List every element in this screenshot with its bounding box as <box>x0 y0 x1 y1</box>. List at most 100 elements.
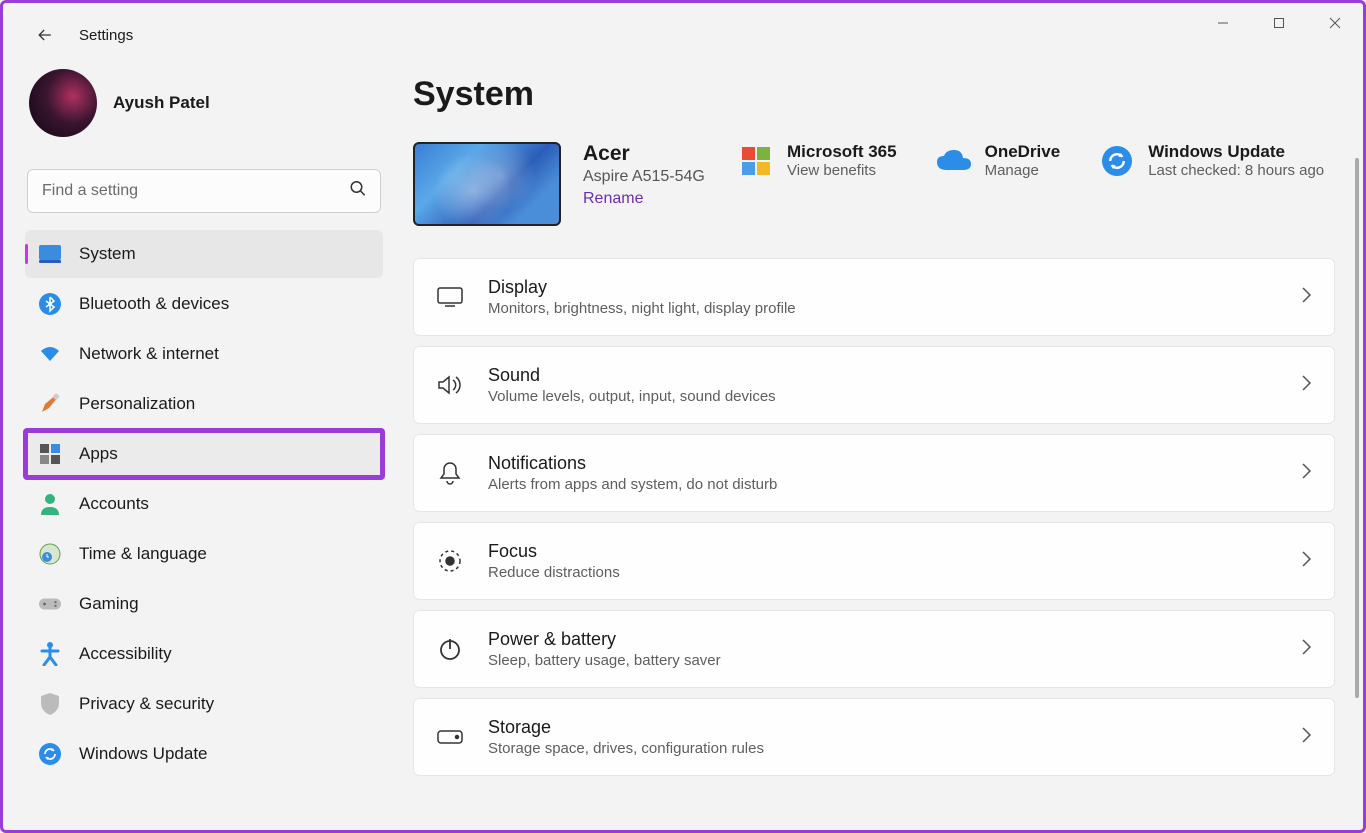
sidebar-item-time[interactable]: Time & language <box>25 530 383 578</box>
chevron-right-icon <box>1300 286 1312 309</box>
card-sub: Last checked: 8 hours ago <box>1148 162 1324 179</box>
sound-icon <box>436 371 464 399</box>
setting-sub: Storage space, drives, configuration rul… <box>488 740 1276 757</box>
windows-update-card[interactable]: Windows Update Last checked: 8 hours ago <box>1100 142 1324 179</box>
main-content: System Acer Aspire A515-54G Rename Micro… <box>395 59 1363 830</box>
sync-icon <box>39 743 61 765</box>
clock-icon <box>39 543 61 565</box>
header: Settings <box>3 3 1363 59</box>
microsoft-icon <box>739 144 773 178</box>
scrollbar[interactable] <box>1353 158 1361 828</box>
scrollbar-thumb[interactable] <box>1355 158 1359 698</box>
cloud-icon <box>937 144 971 178</box>
sidebar-item-windows-update[interactable]: Windows Update <box>25 730 383 778</box>
sidebar-item-label: Privacy & security <box>79 694 214 714</box>
sidebar-item-privacy[interactable]: Privacy & security <box>25 680 383 728</box>
setting-sub: Sleep, battery usage, battery saver <box>488 652 1276 669</box>
accounts-icon <box>39 493 61 515</box>
setting-display[interactable]: Display Monitors, brightness, night ligh… <box>413 258 1335 336</box>
setting-title: Storage <box>488 717 1276 738</box>
setting-sub: Volume levels, output, input, sound devi… <box>488 388 1276 405</box>
sidebar-item-bluetooth[interactable]: Bluetooth & devices <box>25 280 383 328</box>
chevron-right-icon <box>1300 638 1312 661</box>
settings-list: Display Monitors, brightness, night ligh… <box>413 258 1335 776</box>
setting-title: Display <box>488 277 1276 298</box>
device-thumbnail[interactable] <box>413 142 561 226</box>
sidebar-item-network[interactable]: Network & internet <box>25 330 383 378</box>
setting-storage[interactable]: Storage Storage space, drives, configura… <box>413 698 1335 776</box>
sidebar-item-accounts[interactable]: Accounts <box>25 480 383 528</box>
search-input[interactable] <box>27 169 381 213</box>
sidebar-item-accessibility[interactable]: Accessibility <box>25 630 383 678</box>
close-button[interactable] <box>1307 3 1363 43</box>
onedrive-card[interactable]: OneDrive Manage <box>937 142 1061 179</box>
chevron-right-icon <box>1300 726 1312 749</box>
sidebar-item-system[interactable]: System <box>25 230 383 278</box>
window-controls <box>1195 3 1363 43</box>
sidebar-item-label: Accessibility <box>79 644 172 664</box>
focus-icon <box>436 547 464 575</box>
setting-power[interactable]: Power & battery Sleep, battery usage, ba… <box>413 610 1335 688</box>
sidebar-item-label: Time & language <box>79 544 207 564</box>
device-model: Aspire A515-54G <box>583 168 713 186</box>
search-box <box>27 169 381 213</box>
setting-sound[interactable]: Sound Volume levels, output, input, soun… <box>413 346 1335 424</box>
window-title: Settings <box>79 27 133 44</box>
sync-icon <box>1100 144 1134 178</box>
sidebar: Ayush Patel System Bluetooth & devices <box>3 59 395 830</box>
sidebar-item-label: Network & internet <box>79 344 219 364</box>
profile-name: Ayush Patel <box>113 93 210 113</box>
system-icon <box>39 243 61 265</box>
device-name: Acer <box>583 142 713 166</box>
setting-focus[interactable]: Focus Reduce distractions <box>413 522 1335 600</box>
page-title: System <box>413 75 1335 114</box>
shield-icon <box>39 693 61 715</box>
bluetooth-icon <box>39 293 61 315</box>
setting-sub: Reduce distractions <box>488 564 1276 581</box>
accessibility-icon <box>39 643 61 665</box>
apps-icon <box>39 443 61 465</box>
sidebar-item-label: Accounts <box>79 494 149 514</box>
setting-notifications[interactable]: Notifications Alerts from apps and syste… <box>413 434 1335 512</box>
chevron-right-icon <box>1300 462 1312 485</box>
nav: System Bluetooth & devices Network & int… <box>25 229 383 779</box>
sidebar-item-apps[interactable]: Apps <box>25 430 383 478</box>
card-sub: View benefits <box>787 162 897 179</box>
avatar <box>29 69 97 137</box>
maximize-button[interactable] <box>1251 3 1307 43</box>
setting-title: Power & battery <box>488 629 1276 650</box>
device-info: Acer Aspire A515-54G Rename <box>583 142 713 208</box>
info-cards: Microsoft 365 View benefits OneDrive Man… <box>739 142 1324 179</box>
gamepad-icon <box>39 593 61 615</box>
setting-sub: Alerts from apps and system, do not dist… <box>488 476 1276 493</box>
sidebar-item-personalization[interactable]: Personalization <box>25 380 383 428</box>
setting-title: Sound <box>488 365 1276 386</box>
search-icon <box>349 180 367 203</box>
card-title: Microsoft 365 <box>787 142 897 162</box>
back-button[interactable] <box>31 21 59 49</box>
card-title: OneDrive <box>985 142 1061 162</box>
setting-title: Focus <box>488 541 1276 562</box>
bell-icon <box>436 459 464 487</box>
sidebar-item-label: Personalization <box>79 394 195 414</box>
display-icon <box>436 283 464 311</box>
chevron-right-icon <box>1300 374 1312 397</box>
setting-sub: Monitors, brightness, night light, displ… <box>488 300 1276 317</box>
card-title: Windows Update <box>1148 142 1324 162</box>
card-sub: Manage <box>985 162 1061 179</box>
sidebar-item-label: Gaming <box>79 594 139 614</box>
paintbrush-icon <box>39 393 61 415</box>
profile[interactable]: Ayush Patel <box>25 65 383 157</box>
power-icon <box>436 635 464 663</box>
sidebar-item-label: Bluetooth & devices <box>79 294 229 314</box>
sidebar-item-label: System <box>79 244 136 264</box>
rename-link[interactable]: Rename <box>583 190 713 208</box>
microsoft365-card[interactable]: Microsoft 365 View benefits <box>739 142 897 179</box>
device-summary: Acer Aspire A515-54G Rename Microsoft 36… <box>413 142 1335 226</box>
setting-title: Notifications <box>488 453 1276 474</box>
sidebar-item-gaming[interactable]: Gaming <box>25 580 383 628</box>
storage-icon <box>436 723 464 751</box>
sidebar-item-label: Apps <box>79 444 118 464</box>
wifi-icon <box>39 343 61 365</box>
minimize-button[interactable] <box>1195 3 1251 43</box>
